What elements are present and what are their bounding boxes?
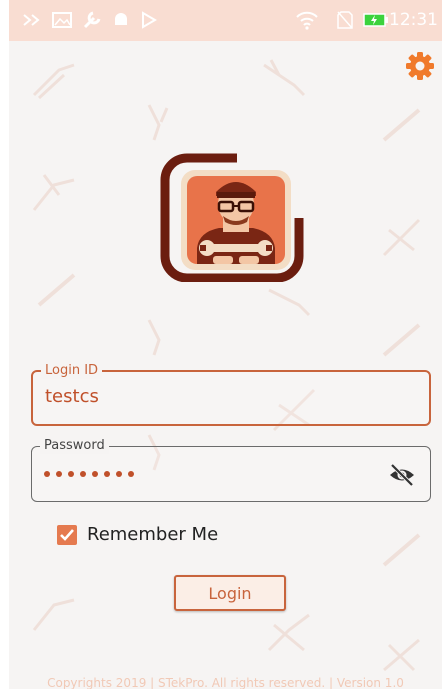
clamp-watermark-icon — [32, 174, 75, 211]
login-id-input[interactable] — [45, 386, 375, 407]
login-screen: 12:31 Login ID testcs Password Remember … — [9, 0, 442, 689]
screwdriver-watermark-icon-3 — [382, 323, 421, 357]
pliers-watermark-icon-4 — [267, 613, 310, 652]
pliers-watermark-icon-2 — [382, 218, 421, 257]
screwdriver-watermark-icon-2 — [37, 273, 76, 307]
wrench-icon — [81, 10, 103, 30]
screwdriver-watermark-icon — [382, 108, 421, 142]
screwdriver-watermark-icon-4 — [382, 533, 421, 567]
drill-watermark-icon-2 — [268, 288, 311, 317]
status-bar: 12:31 — [9, 0, 442, 41]
remember-me-checkbox[interactable]: Remember Me — [57, 524, 218, 545]
app-logo — [157, 152, 307, 283]
no-sim-icon — [335, 10, 355, 30]
drill-watermark-icon — [263, 59, 306, 97]
battery-charging-icon — [362, 10, 390, 30]
android-icon — [111, 10, 131, 30]
chevrons-icon — [21, 10, 43, 30]
login-id-label: Login ID — [41, 363, 103, 379]
status-time: 12:31 — [389, 10, 438, 30]
pliers-watermark-icon-5 — [383, 638, 420, 672]
play-store-icon — [139, 10, 159, 30]
copyright-footer: Copyrights 2019 | STekPro. All rights re… — [47, 676, 404, 689]
tool-watermark-icon-2 — [147, 319, 161, 356]
pliers-watermark-icon — [32, 63, 75, 100]
tool-watermark-icon — [147, 104, 169, 141]
checkbox-checked-icon[interactable] — [57, 524, 77, 545]
password-input[interactable] — [44, 471, 134, 477]
remember-me-label: Remember Me — [87, 524, 219, 545]
wifi-icon — [294, 10, 320, 30]
login-id-field[interactable]: Login ID — [31, 363, 431, 426]
gear-icon[interactable] — [404, 50, 436, 82]
clamp-watermark-icon-2 — [32, 598, 75, 631]
login-button[interactable]: Login — [174, 575, 286, 611]
password-label: Password — [40, 438, 109, 454]
password-field[interactable]: Password — [31, 438, 431, 502]
eye-off-icon[interactable] — [388, 463, 416, 487]
image-icon — [51, 10, 73, 30]
